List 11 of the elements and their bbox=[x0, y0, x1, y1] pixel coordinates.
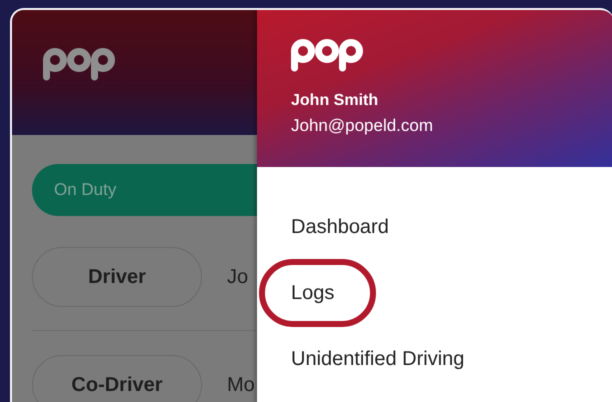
role-button[interactable]: Co-Driver bbox=[32, 355, 202, 402]
driver-name: Mo bbox=[227, 374, 255, 396]
menu-item[interactable]: Unidentified Driving bbox=[259, 325, 506, 393]
menu-item[interactable]: Logs bbox=[259, 259, 376, 327]
user-email: John@popeld.com bbox=[291, 116, 434, 136]
user-name: John Smith bbox=[291, 92, 380, 110]
driver-name: Jo bbox=[227, 266, 248, 288]
menu-item[interactable]: Dashboard bbox=[259, 193, 431, 261]
logo-icon bbox=[291, 38, 364, 72]
logo-icon bbox=[43, 46, 116, 80]
role-button[interactable]: Driver bbox=[32, 247, 202, 307]
